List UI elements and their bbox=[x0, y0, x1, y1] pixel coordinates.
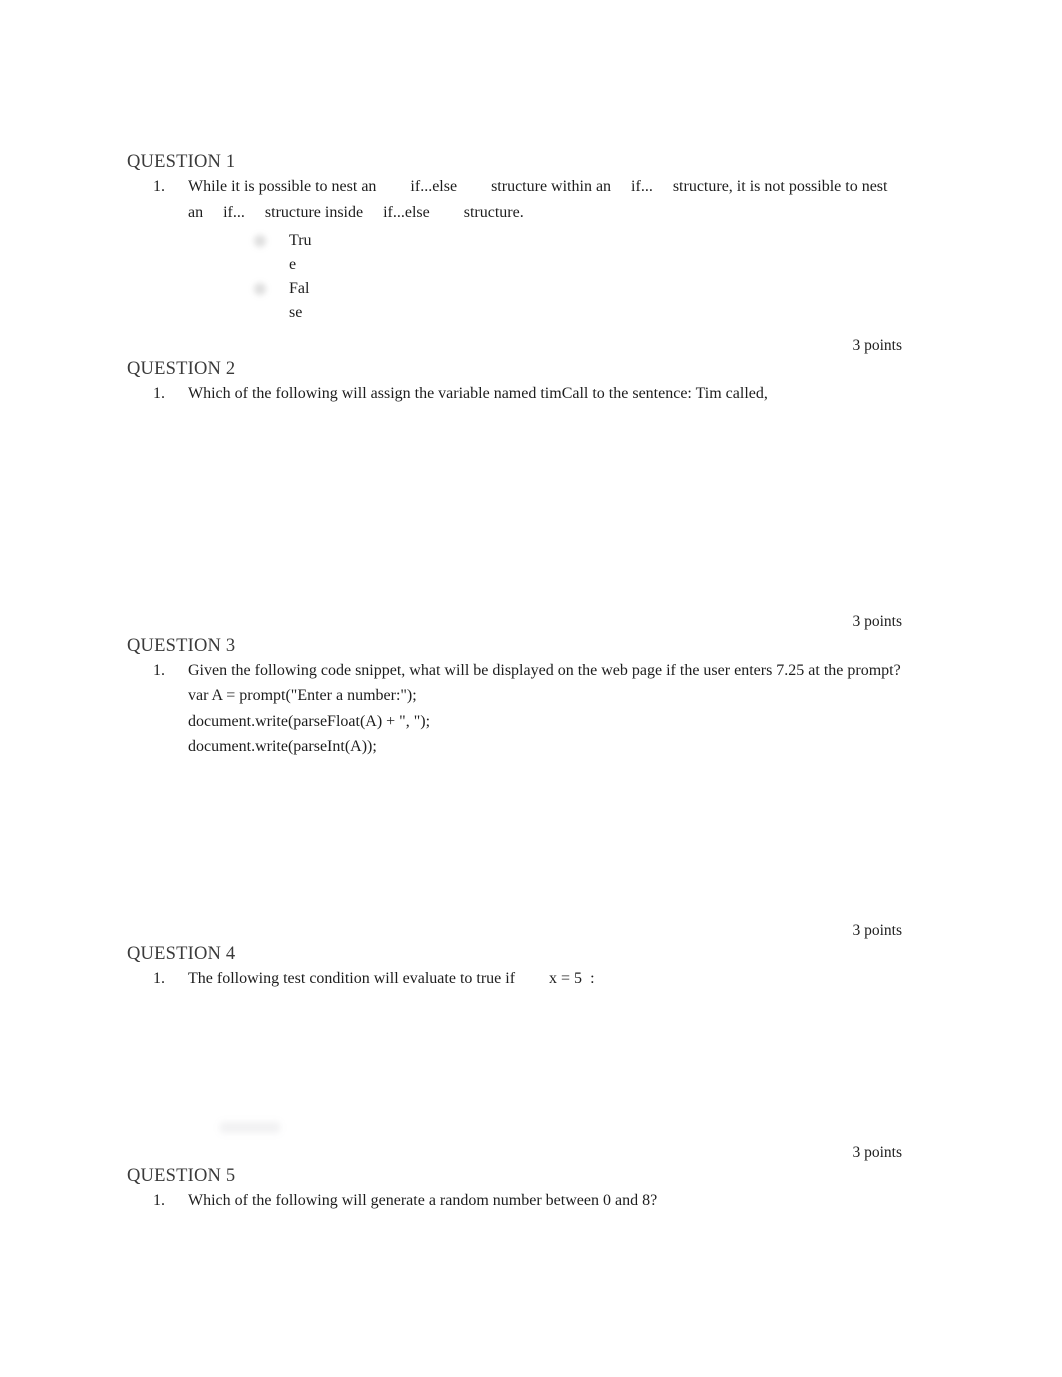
question-text-3: Given the following code snippet, what w… bbox=[188, 661, 901, 679]
question-text-2: Which of the following will assign the v… bbox=[188, 385, 768, 403]
points-label-2: 3 points bbox=[852, 612, 902, 630]
question-body-2: 1. Which of the following will assign th… bbox=[127, 381, 902, 407]
points-label-4: 3 points bbox=[852, 1144, 902, 1162]
answer-area-3 bbox=[127, 760, 902, 920]
question-block-5: QUESTION 5 1. Which of the following wil… bbox=[127, 1164, 902, 1334]
list-marker-1: 1. bbox=[153, 178, 165, 195]
answer-option-label: False bbox=[289, 280, 310, 321]
answer-option-true[interactable]: True bbox=[188, 229, 902, 276]
code-line-2: document.write(parseFloat(A) + ", "); bbox=[188, 712, 431, 730]
list-marker-5: 1. bbox=[153, 1192, 165, 1210]
answer-area-5 bbox=[127, 1214, 902, 1334]
question-text-5: Which of the following will generate a r… bbox=[188, 1192, 658, 1210]
q1-seg-0: While it is possible to nest an bbox=[188, 178, 377, 195]
q4-code-inline: x = 5 bbox=[549, 969, 583, 987]
question-block-4: QUESTION 4 1. The following test conditi… bbox=[127, 942, 902, 1165]
question-heading-2: QUESTION 2 bbox=[127, 359, 236, 380]
question-block-1: QUESTION 1 1. While it is possible to ne… bbox=[127, 150, 902, 357]
question-body-1: 1. While it is possible to nest an if...e… bbox=[127, 174, 902, 324]
question-heading-4: QUESTION 4 bbox=[127, 943, 236, 964]
question-item-3: 1. Given the following code snippet, wha… bbox=[127, 658, 902, 760]
q1-seg-8: structure. bbox=[463, 203, 524, 221]
answer-area-2 bbox=[127, 407, 902, 611]
question-heading-3: QUESTION 3 bbox=[127, 635, 236, 656]
q1-seg-5: if... bbox=[223, 203, 245, 221]
answer-options-1: True False bbox=[188, 229, 902, 324]
question-item-2: 1. Which of the following will assign th… bbox=[127, 381, 902, 407]
question-text-4: The following test condition will evalua… bbox=[188, 966, 902, 992]
q4-text-after: : bbox=[590, 969, 595, 987]
code-line-1: var A = prompt("Enter a number:"); bbox=[188, 687, 417, 705]
code-line-3: document.write(parseInt(A)); bbox=[188, 738, 377, 756]
question-item-1: 1. While it is possible to nest an if...e… bbox=[127, 174, 902, 324]
question-block-3: QUESTION 3 1. Given the following code s… bbox=[127, 634, 902, 942]
question-heading-5: QUESTION 5 bbox=[127, 1166, 236, 1187]
q4-text-before: The following test condition will evalua… bbox=[188, 969, 516, 987]
answer-option-false[interactable]: False bbox=[188, 277, 902, 324]
q1-seg-6: structure inside bbox=[264, 203, 364, 221]
blurred-artifact bbox=[220, 1122, 280, 1134]
q1-seg-3: if... bbox=[631, 178, 653, 195]
question-body-5: 1. Which of the following will generate … bbox=[127, 1188, 902, 1214]
list-marker-4: 1. bbox=[153, 969, 165, 987]
question-text-1: While it is possible to nest an if...else… bbox=[188, 174, 902, 225]
points-label-1: 3 points bbox=[852, 337, 902, 355]
question-heading-1: QUESTION 1 bbox=[127, 152, 236, 172]
radio-button-icon[interactable] bbox=[252, 233, 268, 249]
answer-option-label: True bbox=[289, 232, 312, 273]
answer-area-4 bbox=[127, 991, 902, 1142]
question-block-2: QUESTION 2 1. Which of the following wil… bbox=[127, 357, 902, 633]
points-label-3: 3 points bbox=[852, 921, 902, 939]
q1-seg-2: structure within an bbox=[491, 178, 612, 195]
question-item-4: 1. The following test condition will eva… bbox=[127, 966, 902, 992]
document-content: QUESTION 1 1. While it is possible to ne… bbox=[127, 150, 902, 1334]
document-page: QUESTION 1 1. While it is possible to ne… bbox=[0, 0, 1062, 1377]
question-item-5: 1. Which of the following will generate … bbox=[127, 1188, 902, 1214]
list-marker-3: 1. bbox=[153, 661, 165, 679]
question-body-4: 1. The following test condition will eva… bbox=[127, 966, 902, 992]
list-marker-2: 1. bbox=[153, 385, 165, 403]
radio-button-icon[interactable] bbox=[252, 281, 268, 298]
question-body-3: 1. Given the following code snippet, wha… bbox=[127, 658, 902, 760]
q1-seg-1: if...else bbox=[410, 178, 458, 195]
q1-seg-7: if...else bbox=[383, 203, 430, 221]
